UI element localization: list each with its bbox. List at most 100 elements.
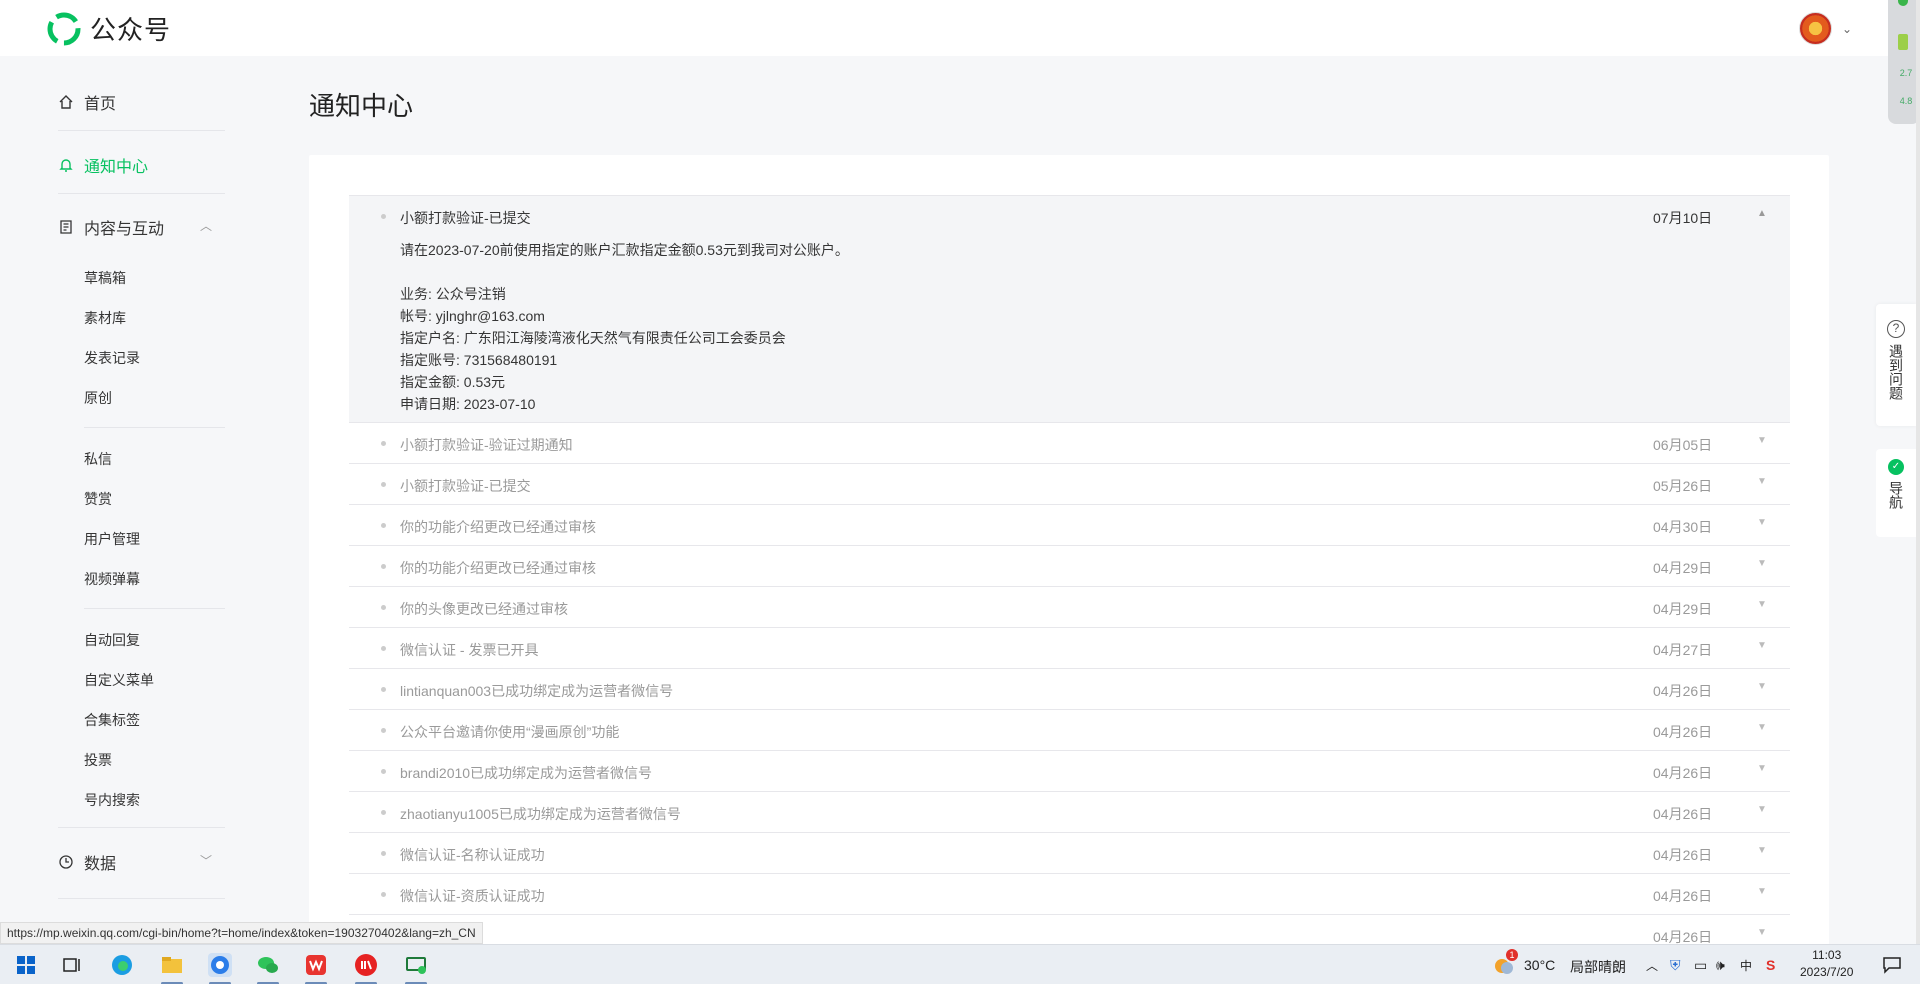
sidebar-item-auto-reply[interactable]: 自动回复 [84, 630, 140, 650]
bullet-dot [381, 564, 386, 569]
sidebar-item-votes[interactable]: 投票 [84, 750, 112, 770]
sidebar-item-home[interactable]: 首页 [58, 90, 116, 114]
sidebar-item-danmaku[interactable]: 视频弹幕 [84, 569, 140, 589]
brand-logo[interactable]: 公众号 [46, 10, 171, 47]
chevron-up-icon[interactable]: ︿ [1646, 957, 1658, 974]
wechat-mp-logo-icon [47, 12, 81, 45]
shield-icon[interactable]: ⛨ [1670, 957, 1681, 974]
notification-item[interactable]: 微信认证-名称认证成功 04月26日 ▼ [349, 833, 1790, 874]
caret-down-icon[interactable]: ▼ [1757, 845, 1767, 856]
notification-title[interactable]: 小额打款验证-已提交 [400, 208, 531, 228]
browser-app-icon[interactable] [208, 953, 232, 977]
notification-title[interactable]: lintianquan003已成功绑定成为运营者微信号 [400, 681, 673, 701]
bullet-dot [381, 851, 386, 856]
caret-down-icon[interactable]: ▼ [1757, 886, 1767, 897]
notification-item[interactable]: brandi2010已成功绑定成为运营者微信号 04月26日 ▼ [349, 751, 1790, 792]
notification-title[interactable]: 小额打款验证-验证过期通知 [400, 435, 573, 455]
notification-title[interactable]: brandi2010已成功绑定成为运营者微信号 [400, 763, 652, 783]
sidebar-item-messages[interactable]: 私信 [84, 449, 112, 469]
notification-item[interactable]: 你的功能介绍更改已经通过审核 04月29日 ▼ [349, 546, 1790, 587]
sidebar-item-users[interactable]: 用户管理 [84, 529, 140, 549]
caret-down-icon[interactable]: ▼ [1757, 558, 1767, 569]
notification-date: 04月26日 [1653, 806, 1713, 822]
screen-app-icon[interactable] [404, 953, 428, 977]
notification-item[interactable]: lintianquan003已成功绑定成为运营者微信号 04月26日 ▼ [349, 669, 1790, 710]
chevron-down-icon[interactable]: ﹀ [200, 852, 212, 869]
speaker-icon[interactable]: 🕪 [1716, 957, 1725, 974]
help-label: 遇到问题 [1888, 344, 1904, 400]
notification-item[interactable]: 你的功能介绍更改已经通过审核 04月30日 ▼ [349, 505, 1790, 546]
caret-down-icon[interactable]: ▼ [1757, 599, 1767, 610]
check-icon: ✓ [1888, 459, 1904, 475]
divider [58, 193, 225, 194]
sidebar-item-custom-menu[interactable]: 自定义菜单 [84, 670, 154, 690]
notification-title[interactable]: 你的功能介绍更改已经通过审核 [400, 558, 596, 578]
sidebar-item-content[interactable]: 内容与互动 [58, 215, 164, 239]
notification-item[interactable]: 微信认证 - 发票已开具 04月27日 ▼ [349, 628, 1790, 669]
caret-down-icon[interactable]: ▼ [1757, 435, 1767, 446]
divider [84, 427, 225, 428]
bell-icon [59, 159, 73, 172]
account-menu[interactable]: ⌄ [1799, 12, 1852, 45]
sidebar-item-original[interactable]: 原创 [84, 388, 112, 408]
media-player-icon[interactable] [354, 953, 378, 977]
notification-title[interactable]: zhaotianyu1005已成功绑定成为运营者微信号 [400, 804, 681, 824]
notification-item[interactable]: 小额打款验证-已提交 05月26日 ▼ [349, 464, 1790, 505]
task-view-icon[interactable] [60, 953, 84, 977]
bullet-dot [381, 646, 386, 651]
caret-down-icon[interactable]: ▼ [1757, 763, 1767, 774]
notification-title[interactable]: 公众平台邀请你使用“漫画原创”功能 [400, 722, 619, 742]
notification-card: 小额打款验证-已提交 07月10日 ▲ 请在2023-07-20前使用指定的账户… [309, 155, 1829, 956]
notification-title[interactable]: 微信认证-名称认证成功 [400, 845, 545, 865]
notification-item-expanded[interactable]: 小额打款验证-已提交 07月10日 ▲ 请在2023-07-20前使用指定的账户… [349, 195, 1790, 423]
notification-title[interactable]: 你的功能介绍更改已经通过审核 [400, 517, 596, 537]
sidebar-item-drafts[interactable]: 草稿箱 [84, 268, 126, 288]
file-explorer-icon[interactable] [160, 953, 184, 977]
caret-up-icon[interactable]: ▲ [1757, 208, 1767, 219]
caret-down-icon[interactable]: ▼ [1757, 476, 1767, 487]
sogou-icon[interactable]: S [1766, 957, 1775, 973]
notification-center-icon[interactable] [1880, 953, 1904, 977]
scrollbar[interactable] [1916, 0, 1920, 946]
sidebar-item-rewards[interactable]: 赞赏 [84, 489, 112, 509]
nav-widget[interactable]: ✓ 导航 [1876, 449, 1916, 537]
notification-item[interactable]: 公众平台邀请你使用“漫画原创”功能 04月26日 ▼ [349, 710, 1790, 751]
notification-title[interactable]: 微信认证-资质认证成功 [400, 886, 545, 906]
notification-item[interactable]: 小额打款验证-验证过期通知 06月05日 ▼ [349, 423, 1790, 464]
caret-down-icon[interactable]: ▼ [1757, 722, 1767, 733]
sidebar-item-data[interactable]: 数据 [58, 850, 116, 874]
notification-date: 04月26日 [1653, 765, 1713, 781]
chevron-up-icon[interactable]: ︿ [200, 217, 212, 234]
notification-date: 04月27日 [1653, 642, 1713, 658]
sidebar-item-collection-tags[interactable]: 合集标签 [84, 710, 140, 730]
help-widget[interactable]: ? 遇到问题 [1876, 304, 1916, 426]
notification-title[interactable]: 小额打款验证-已提交 [400, 476, 531, 496]
network-icon[interactable]: ▭ [1694, 957, 1707, 974]
caret-down-icon[interactable]: ▼ [1757, 640, 1767, 651]
system-clock[interactable]: 11:03 2023/7/20 [1800, 947, 1853, 981]
sidebar-item-library[interactable]: 素材库 [84, 308, 126, 328]
notification-list: 小额打款验证-已提交 07月10日 ▲ 请在2023-07-20前使用指定的账户… [349, 195, 1790, 956]
caret-down-icon[interactable]: ▼ [1757, 517, 1767, 528]
sidebar-item-search[interactable]: 号内搜索 [84, 790, 140, 810]
weather-desc[interactable]: 局部晴朗 [1570, 957, 1626, 977]
sidebar-item-publish-records[interactable]: 发表记录 [84, 348, 140, 368]
notification-title[interactable]: 微信认证 - 发票已开具 [400, 640, 538, 660]
sidebar-item-notify[interactable]: 通知中心 [58, 153, 148, 177]
avatar[interactable] [1799, 12, 1832, 45]
notification-item[interactable]: 微信认证-资质认证成功 04月26日 ▼ [349, 874, 1790, 915]
input-method-icon[interactable]: 中 [1740, 957, 1752, 974]
windows-start-icon[interactable] [14, 953, 38, 977]
clock-time: 11:03 [1812, 948, 1842, 962]
chevron-down-icon[interactable]: ⌄ [1842, 22, 1852, 36]
notification-title[interactable]: 你的头像更改已经通过审核 [400, 599, 568, 619]
wps-office-icon[interactable] [304, 953, 328, 977]
wechat-icon[interactable] [256, 953, 280, 977]
caret-down-icon[interactable]: ▼ [1757, 681, 1767, 692]
caret-down-icon[interactable]: ▼ [1757, 804, 1767, 815]
weather-temp[interactable]: 30°C [1524, 957, 1555, 973]
notification-item[interactable]: 你的头像更改已经通过审核 04月29日 ▼ [349, 587, 1790, 628]
caret-down-icon[interactable]: ▼ [1757, 927, 1767, 938]
notification-item[interactable]: zhaotianyu1005已成功绑定成为运营者微信号 04月26日 ▼ [349, 792, 1790, 833]
edge-browser-icon[interactable] [110, 953, 134, 977]
